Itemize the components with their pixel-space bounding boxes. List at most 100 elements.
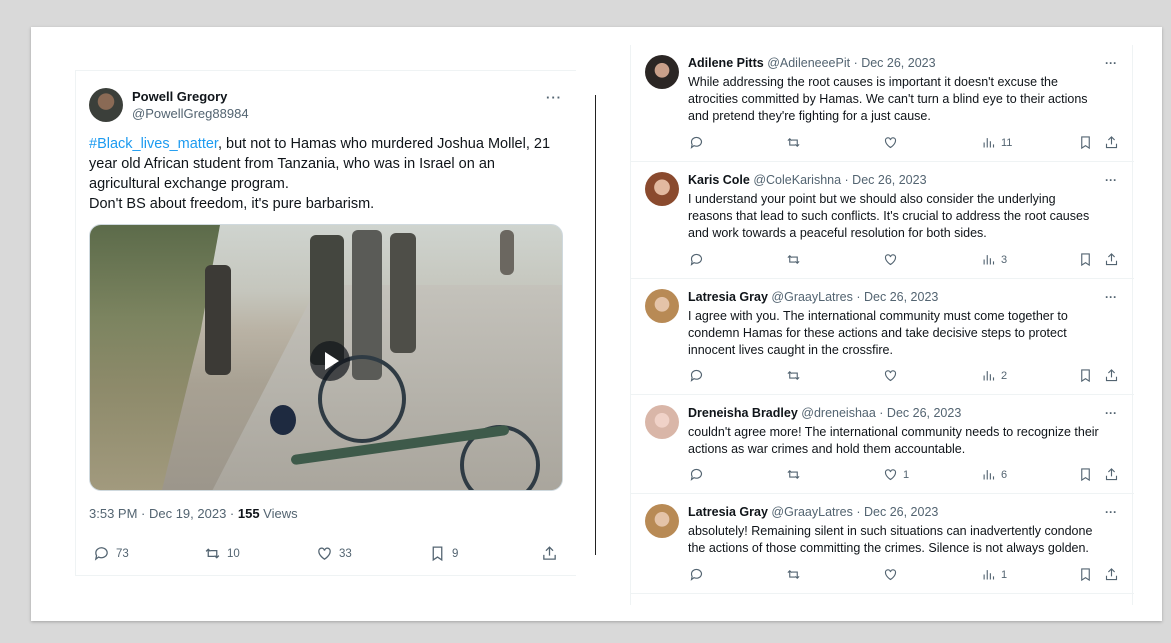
share-button[interactable] [541, 545, 558, 562]
like-icon [884, 469, 897, 481]
bookmark-button[interactable] [1078, 567, 1093, 582]
media-figure [270, 405, 296, 435]
share-button[interactable] [1104, 567, 1119, 582]
hashtag-link[interactable]: #Black_lives_matter [89, 136, 218, 152]
like-button[interactable]: 33 [316, 545, 352, 562]
views-button[interactable]: 3 [981, 252, 1007, 267]
repost-button[interactable] [786, 135, 801, 150]
like-button[interactable] [883, 567, 903, 582]
reply-button[interactable] [689, 135, 704, 150]
repost-button[interactable] [786, 252, 801, 267]
views-button[interactable]: 6 [981, 467, 1007, 482]
tweet-text-line: agricultural exchange program. [89, 176, 289, 192]
like-button[interactable] [883, 252, 903, 267]
reply-button[interactable] [689, 252, 704, 267]
repost-button[interactable] [786, 368, 801, 383]
views-button[interactable]: 2 [981, 368, 1007, 383]
main-tweet: Powell Gregory @PowellGreg88984 ··· #Bla… [75, 70, 576, 576]
bookmark-button[interactable] [1078, 467, 1093, 482]
reply-author-name[interactable]: Latresia Gray [688, 505, 768, 519]
share-button[interactable] [1104, 135, 1119, 150]
reply-item[interactable]: Adilene Pitts @AdileneeePit · Dec 26, 20… [631, 45, 1134, 162]
views-icon [983, 470, 995, 480]
reply-text: While addressing the root causes is impo… [688, 74, 1123, 125]
like-button[interactable] [883, 368, 903, 383]
share-button[interactable] [1104, 368, 1119, 383]
more-options-icon[interactable]: ··· [1105, 406, 1117, 420]
avatar[interactable] [645, 405, 679, 439]
video-media[interactable] [89, 224, 563, 491]
reply-button[interactable] [689, 467, 704, 482]
reply-header: Latresia Gray @GraayLatres · Dec 26, 202… [688, 505, 938, 519]
reply-button[interactable]: 73 [93, 545, 129, 562]
reply-date[interactable]: · Dec 26, 2023 [841, 173, 927, 187]
reply-icon [690, 136, 703, 149]
reply-item[interactable]: Karis Cole @ColeKarishna · Dec 26, 2023 … [631, 162, 1134, 279]
reply-text: absolutely! Remaining silent in such sit… [688, 523, 1123, 557]
bookmark-count: 9 [452, 547, 459, 560]
tweet-text-line: year old African student from Tanzania, … [89, 156, 495, 172]
more-options-icon[interactable]: ··· [1105, 56, 1117, 70]
reply-button[interactable] [689, 567, 704, 582]
repost-icon [787, 137, 800, 148]
bookmark-button[interactable] [1078, 135, 1093, 150]
reply-author-handle[interactable]: @GraayLatres [771, 290, 852, 304]
like-icon [884, 370, 897, 382]
share-button[interactable] [1104, 467, 1119, 482]
bookmark-button[interactable] [1078, 252, 1093, 267]
reply-item[interactable]: Latresia Gray @GraayLatres · Dec 26, 202… [631, 279, 1134, 395]
timestamp[interactable]: 3:53 PM · Dec 19, 2023 · [89, 506, 238, 521]
views-count: 3 [1001, 253, 1008, 266]
more-options-icon[interactable]: ··· [546, 90, 562, 105]
reply-text-line: atrocities committed by Hamas. We can't … [688, 92, 1088, 106]
avatar[interactable] [645, 504, 679, 538]
bookmark-icon [432, 546, 443, 562]
author-name[interactable]: Powell Gregory [132, 89, 227, 104]
bookmark-button[interactable] [1078, 368, 1093, 383]
reply-date[interactable]: · Dec 26, 2023 [853, 290, 938, 304]
reply-icon [94, 547, 108, 561]
like-icon [884, 569, 897, 581]
reply-button[interactable] [689, 368, 704, 383]
repost-button[interactable]: 10 [204, 545, 240, 562]
views-icon [983, 255, 995, 265]
reply-text-line: condemn Hamas for these actions and take… [688, 326, 1067, 340]
reply-date[interactable]: · Dec 26, 2023 [850, 56, 936, 70]
reply-author-handle[interactable]: @ColeKarishna [753, 173, 841, 187]
share-icon [1105, 468, 1118, 481]
repost-button[interactable] [786, 467, 801, 482]
play-icon[interactable] [310, 341, 350, 381]
avatar[interactable] [645, 55, 679, 89]
like-button[interactable]: 1 [883, 467, 909, 482]
reply-author-name[interactable]: Adilene Pitts [688, 56, 764, 70]
reply-header: Karis Cole @ColeKarishna · Dec 26, 2023 [688, 173, 927, 187]
avatar[interactable] [645, 172, 679, 206]
bookmark-button[interactable]: 9 [429, 545, 458, 562]
more-options-icon[interactable]: ··· [1105, 290, 1117, 304]
avatar[interactable] [89, 88, 123, 122]
reply-author-handle[interactable]: @GraayLatres [771, 505, 852, 519]
reply-item[interactable]: Dreneisha Bradley @dreneishaa · Dec 26, … [631, 395, 1134, 494]
reply-date[interactable]: · Dec 26, 2023 [876, 406, 961, 420]
share-button[interactable] [1104, 252, 1119, 267]
author-handle[interactable]: @PowellGreg88984 [132, 106, 249, 121]
reply-item[interactable]: Latresia Gray @GraayLatres · Dec 26, 202… [631, 494, 1134, 594]
reply-author-name[interactable]: Karis Cole [688, 173, 750, 187]
more-options-icon[interactable]: ··· [1105, 173, 1117, 187]
divider-line [595, 95, 596, 555]
reply-author-name[interactable]: Latresia Gray [688, 290, 768, 304]
reply-actions: 11 [688, 135, 1128, 151]
like-button[interactable] [883, 135, 903, 150]
views-button[interactable]: 1 [981, 567, 1007, 582]
reply-author-name[interactable]: Dreneisha Bradley [688, 406, 798, 420]
views-button[interactable]: 11 [981, 135, 1012, 150]
bookmark-icon [1081, 369, 1090, 383]
reply-date[interactable]: · Dec 26, 2023 [853, 505, 938, 519]
reply-author-handle[interactable]: @AdileneeePit [767, 56, 850, 70]
media-figure [390, 233, 416, 353]
reply-author-handle[interactable]: @dreneishaa [801, 406, 876, 420]
more-options-icon[interactable]: ··· [1105, 505, 1117, 519]
avatar[interactable] [645, 289, 679, 323]
repost-button[interactable] [786, 567, 801, 582]
views-icon [983, 371, 995, 381]
